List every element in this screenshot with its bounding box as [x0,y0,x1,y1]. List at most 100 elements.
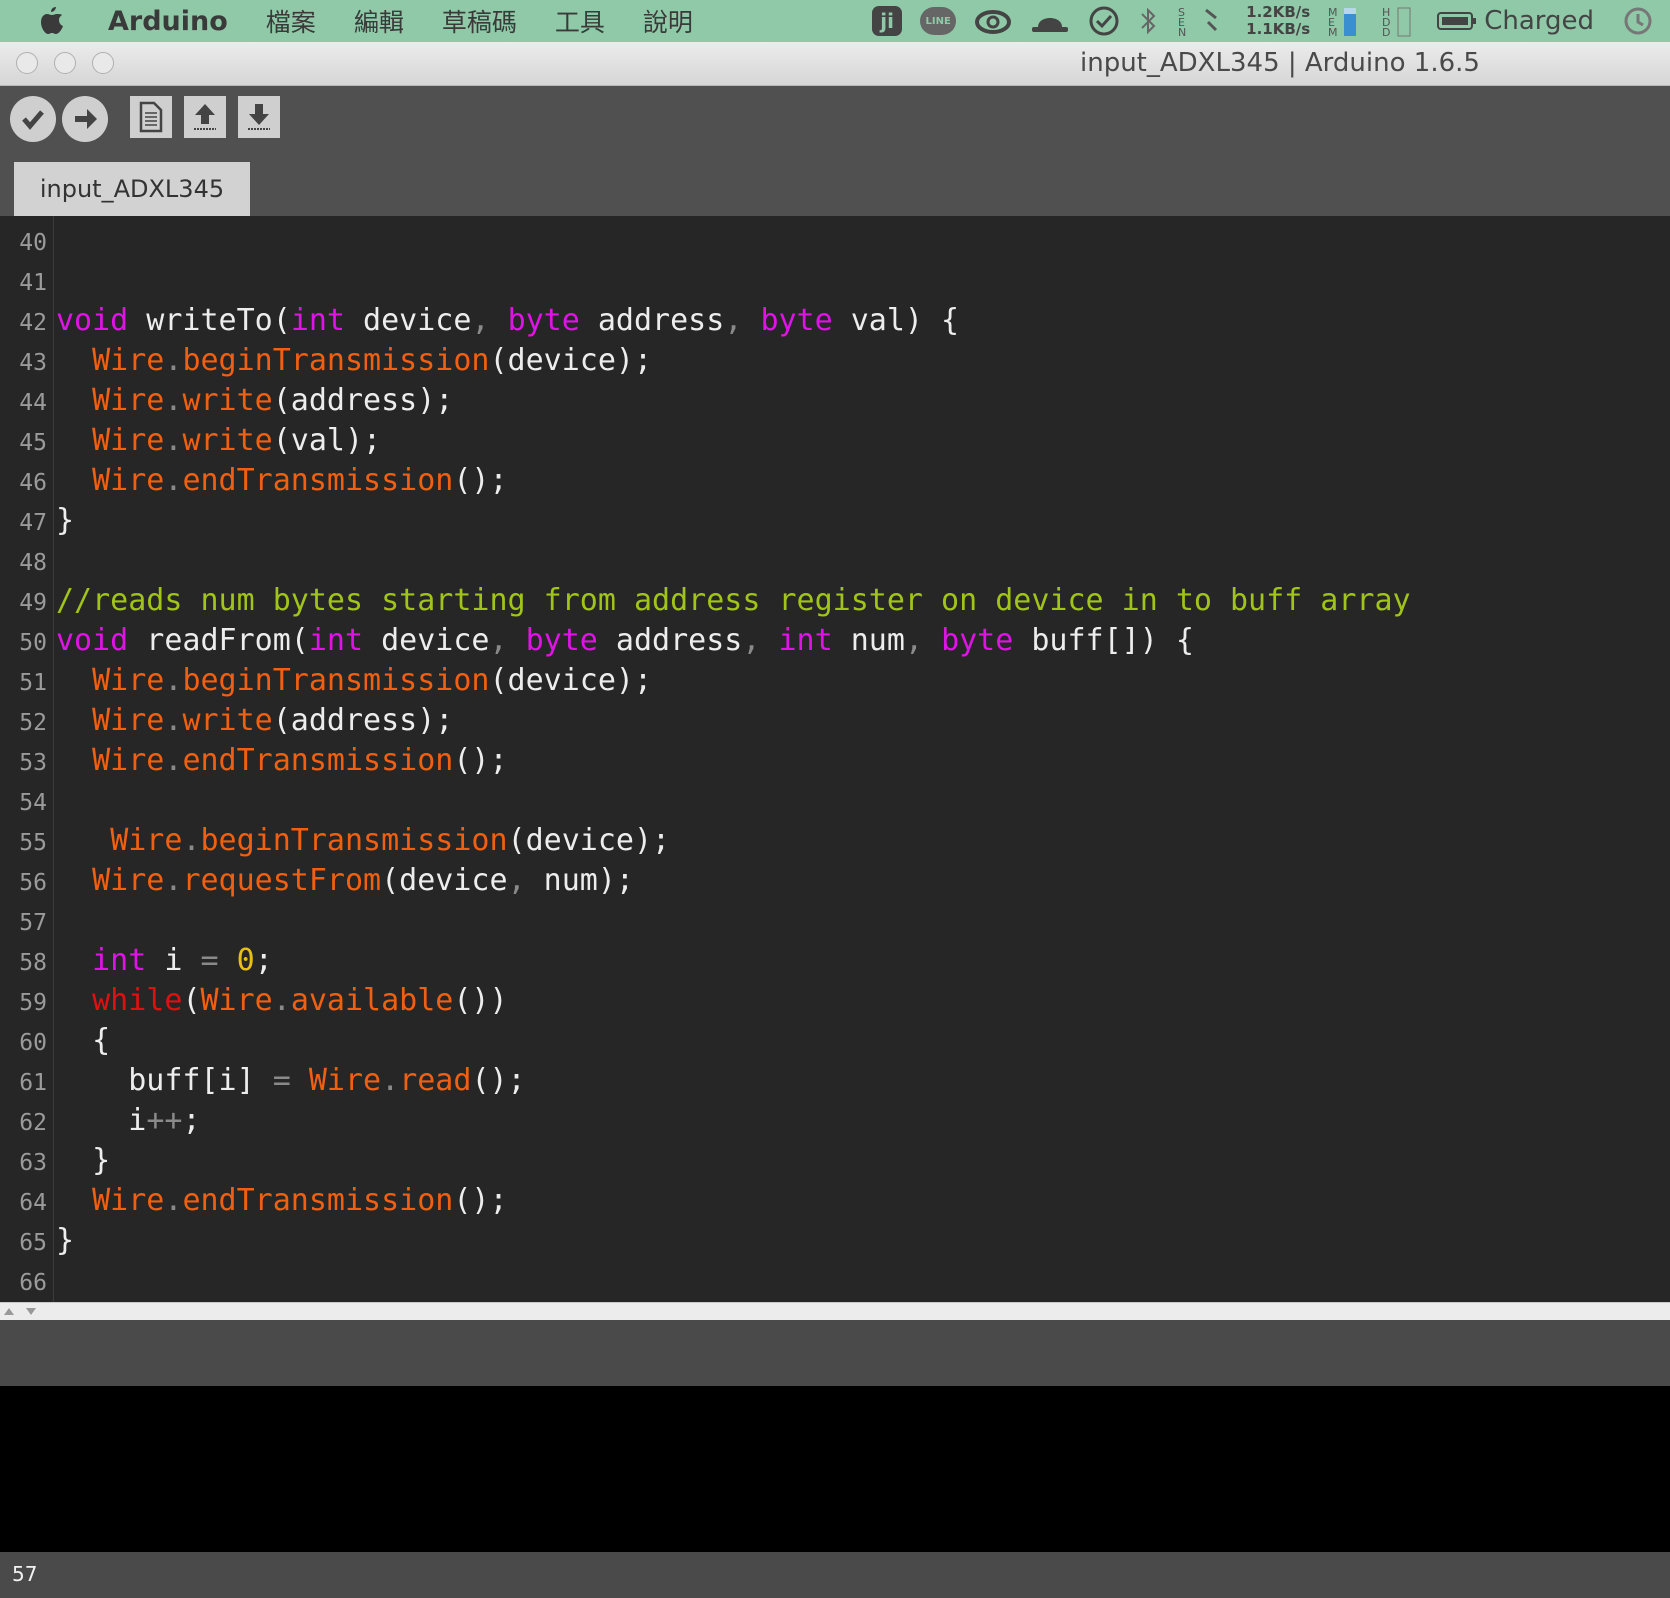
network-down-speed: 1.1KB/s [1246,20,1311,38]
line-number: 48 [19,550,47,576]
new-icon [139,101,163,133]
code-line-60: { [56,1023,111,1058]
line-number: 59 [19,990,47,1016]
line-number: 49 [19,590,47,616]
bluetooth-icon[interactable] [1138,6,1158,36]
window-title: input_ADXL345 | Arduino 1.6.5 [1080,48,1480,78]
code-line-64: Wire.endTransmission(); [92,1183,508,1218]
network-monitor-icon[interactable]: SEN [1176,4,1228,38]
line-number: 63 [19,1150,47,1176]
memory-monitor-icon[interactable]: MEM [1328,4,1364,38]
line-number: 40 [19,230,47,256]
code-line-47: } [56,503,75,538]
line-icon[interactable]: LINE [920,7,957,35]
line-number: 62 [19,1110,47,1136]
line-number: 42 [19,310,47,336]
hat-icon[interactable] [1030,7,1070,35]
code-editor[interactable]: 40 41 42 43 44 45 46 47 48 49 50 51 52 5… [0,216,1670,1302]
status-menus: ji LINE SEN 1.2KB/s 1.1KB/s MEM HDD Char… [854,0,1670,42]
line-number: 64 [19,1190,47,1216]
upload-icon [75,109,97,129]
line-number: 44 [19,390,47,416]
line-number: 53 [19,750,47,776]
code-line-62: i++; [56,1103,201,1138]
code-line-43: Wire.beginTransmission(device); [92,343,653,378]
tab-input-adxl345[interactable]: input_ADXL345 [14,162,250,216]
battery-icon[interactable]: Charged [1436,6,1594,36]
line-number: 58 [19,950,47,976]
line-number: 60 [19,1030,47,1056]
line-number: 56 [19,870,47,896]
code-line-63: } [56,1143,111,1178]
svg-text:N: N [1178,26,1186,38]
status-bar: 57 [0,1552,1670,1598]
menubar: Arduino 檔案 編輯 草稿碼 工具 說明 ji LINE SEN 1.2K… [0,0,1670,42]
time-machine-icon[interactable] [1622,5,1654,37]
new-sketch-button[interactable] [130,96,172,138]
line-number: 47 [19,510,47,536]
code-line-53: Wire.endTransmission(); [92,743,508,778]
code-line-52: Wire.write(address); [92,703,454,738]
line-number: 46 [19,470,47,496]
ji-icon[interactable]: ji [872,6,903,36]
line-number: 54 [19,790,47,816]
app-menu[interactable]: Arduino [108,6,228,37]
line-number: 61 [19,1070,47,1096]
message-area [0,1320,1670,1386]
tab-bar: input_ADXL345 [0,150,1670,216]
menu-sketch[interactable]: 草稿碼 [442,3,517,39]
menu-edit[interactable]: 編輯 [354,3,404,39]
battery-status-text: Charged [1484,6,1594,36]
window-titlebar: input_ADXL345 | Arduino 1.6.5 [0,42,1670,86]
current-line-number: 57 [12,1562,38,1586]
line-number: 55 [19,830,47,856]
line-number: 43 [19,350,47,376]
toolbar [0,86,1670,150]
line-number: 52 [19,710,47,736]
menu-help[interactable]: 說明 [643,3,693,39]
verify-button[interactable] [10,96,56,142]
svg-text:M: M [1328,26,1338,38]
console-output[interactable] [0,1386,1670,1552]
menu-tools[interactable]: 工具 [555,3,605,39]
line-number: 65 [19,1230,47,1256]
code-line-59: while(Wire.available()) [92,983,508,1018]
code-line-51: Wire.beginTransmission(device); [92,663,653,698]
checkmark-shield-icon[interactable] [1088,5,1120,37]
line-number: 45 [19,430,47,456]
code-line-56: Wire.requestFrom(device, num); [92,863,634,898]
line-number-gutter: 40 41 42 43 44 45 46 47 48 49 50 51 52 5… [0,216,54,1302]
code-line-42: void writeTo(int device, byte address, b… [56,303,960,338]
code-line-65: } [56,1223,75,1258]
open-sketch-button[interactable] [184,96,226,138]
close-window-button[interactable] [16,52,38,74]
network-speed: 1.2KB/s 1.1KB/s [1246,4,1310,38]
save-icon [248,104,270,130]
svg-text:D: D [1382,26,1390,38]
creative-cloud-icon[interactable] [974,7,1012,35]
line-number: 57 [19,910,47,936]
line-number: 51 [19,670,47,696]
open-icon [194,104,216,130]
scroll-arrows-icon[interactable] [2,1303,42,1319]
apple-menu-icon[interactable] [38,6,78,36]
code-line-58: int i = 0; [92,943,273,978]
horizontal-scrollbar[interactable] [0,1302,1670,1320]
line-number: 66 [19,1270,47,1296]
line-number: 50 [19,630,47,656]
code-line-46: Wire.endTransmission(); [92,463,508,498]
code-line-49: //reads num bytes starting from address … [56,583,1411,618]
verify-icon [22,110,44,130]
code-line-50: void readFrom(int device, byte address, … [56,623,1194,658]
save-sketch-button[interactable] [238,96,280,138]
network-up-speed: 1.2KB/s [1246,3,1311,21]
upload-button[interactable] [62,96,108,142]
line-number: 41 [19,270,47,296]
code-line-61: buff[i] = Wire.read(); [56,1063,526,1098]
code-line-55: Wire.beginTransmission(device); [110,823,671,858]
code-line-44: Wire.write(address); [92,383,454,418]
menu-file[interactable]: 檔案 [266,3,316,39]
minimize-window-button[interactable] [54,52,76,74]
disk-monitor-icon[interactable]: HDD [1382,4,1418,38]
zoom-window-button[interactable] [92,52,114,74]
